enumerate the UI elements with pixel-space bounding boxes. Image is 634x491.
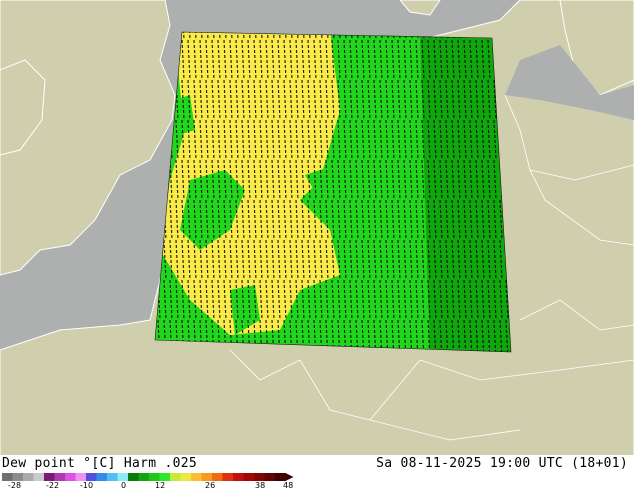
dewpoint-domain [155, 32, 511, 352]
legend-swatch [33, 473, 45, 481]
legend-arrow [285, 473, 294, 481]
legend-swatch [254, 473, 265, 481]
legend-swatch [138, 473, 150, 481]
legend-swatch [222, 473, 234, 481]
legend-swatch [149, 473, 160, 481]
legend-swatch [201, 473, 213, 481]
map-canvas [0, 0, 634, 470]
legend-swatch [12, 473, 24, 481]
color-legend-bar [2, 473, 294, 481]
legend-tick: 48 [283, 481, 294, 490]
legend-swatch [117, 473, 129, 481]
legend-swatch [170, 473, 181, 481]
legend-swatch [54, 473, 66, 481]
product-title: Dew point °[C] Harm .025 [2, 456, 198, 471]
weather-map [0, 0, 634, 470]
legend-swatch [243, 473, 255, 481]
legend-swatch [75, 473, 87, 481]
legend-tick: -22 [46, 481, 60, 490]
valid-time: Sa 08-11-2025 19:00 UTC (18+01) [376, 456, 628, 471]
legend-swatch [275, 473, 286, 481]
legend-swatch [23, 473, 34, 481]
legend-swatch [212, 473, 223, 481]
legend-tick: 38 [255, 481, 266, 490]
legend-swatch [128, 473, 139, 481]
legend-swatch [86, 473, 97, 481]
legend-swatch [233, 473, 244, 481]
legend-tick: -28 [8, 481, 22, 490]
legend-tick: 26 [205, 481, 216, 490]
legend-swatch [96, 473, 108, 481]
legend-swatch [180, 473, 192, 481]
legend-swatch [65, 473, 76, 481]
legend-swatch [191, 473, 202, 481]
legend-swatch [107, 473, 118, 481]
legend-swatch [2, 473, 13, 481]
legend-swatch [159, 473, 171, 481]
legend-swatch [264, 473, 276, 481]
legend-swatch [44, 473, 55, 481]
legend-tick: 0 [121, 481, 127, 490]
legend-tick: -10 [80, 481, 94, 490]
legend-tick: 12 [155, 481, 166, 490]
